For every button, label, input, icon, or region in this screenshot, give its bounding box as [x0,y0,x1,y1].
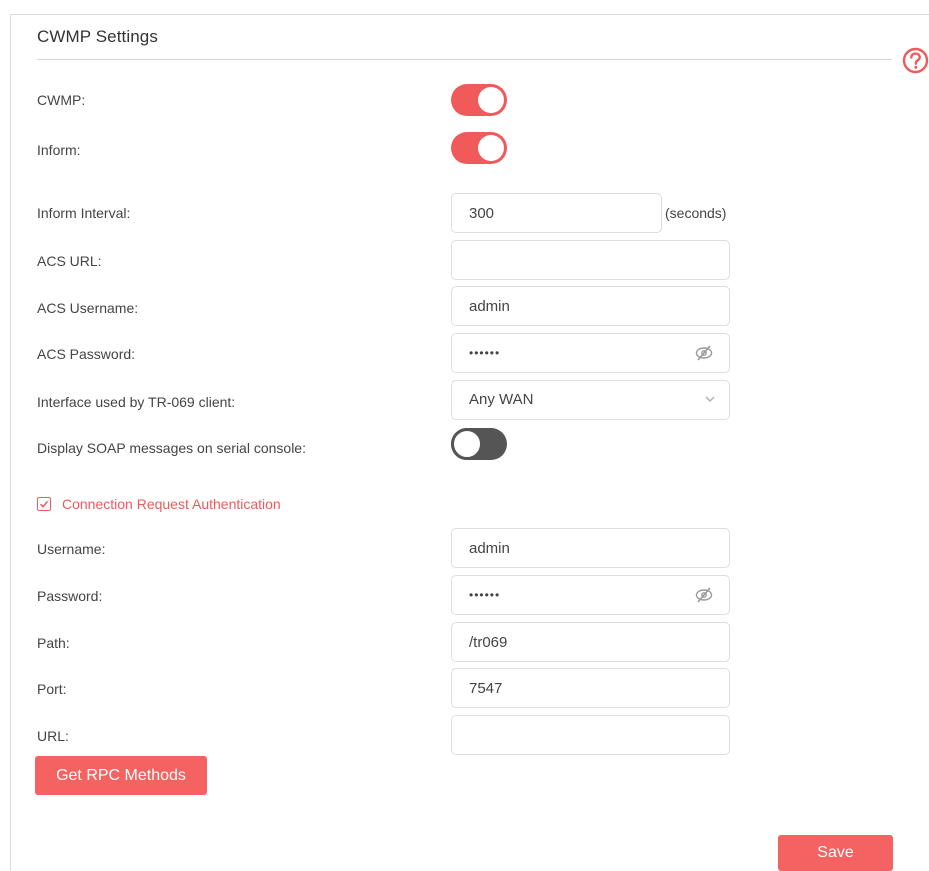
title-divider [37,59,892,60]
interface-select[interactable]: Any WAN [451,380,730,420]
inform-label: Inform: [37,142,81,158]
inform-toggle[interactable] [451,132,507,164]
cwmp-label: CWMP: [37,92,86,108]
port-input[interactable] [451,668,730,708]
url-label: URL: [37,728,69,744]
soap-toggle[interactable] [451,428,507,460]
acs-password-input[interactable] [451,333,730,373]
toggle-knob [478,135,504,161]
toggle-knob [478,87,504,113]
port-label: Port: [37,681,67,697]
acs-username-label: ACS Username: [37,300,139,316]
soap-label: Display SOAP messages on serial console: [37,440,306,456]
path-label: Path: [37,635,70,651]
username-label: Username: [37,541,106,557]
toggle-knob [451,428,483,460]
password-input[interactable] [451,575,730,615]
save-button[interactable]: Save [778,835,893,871]
inform-interval-unit: (seconds) [665,205,727,221]
help-circle-icon[interactable] [902,47,929,74]
chevron-down-icon [704,392,716,404]
eye-slash-icon[interactable] [694,585,714,605]
path-input[interactable] [451,622,730,662]
acs-url-input[interactable] [451,240,730,280]
section-title: CWMP Settings [37,27,158,46]
conn-auth-label[interactable]: Connection Request Authentication [62,496,281,512]
interface-label: Interface used by TR-069 client: [37,394,236,410]
inform-interval-label: Inform Interval: [37,205,131,221]
url-input[interactable] [451,715,730,755]
password-label: Password: [37,588,103,604]
acs-username-input[interactable] [451,286,730,326]
acs-url-label: ACS URL: [37,253,102,269]
get-rpc-methods-button[interactable]: Get RPC Methods [35,756,207,795]
acs-password-label: ACS Password: [37,346,136,362]
inform-interval-input[interactable] [451,193,662,233]
eye-slash-icon[interactable] [694,343,714,363]
conn-auth-checkbox[interactable] [37,497,51,511]
cwmp-toggle[interactable] [451,84,507,116]
username-input[interactable] [451,528,730,568]
